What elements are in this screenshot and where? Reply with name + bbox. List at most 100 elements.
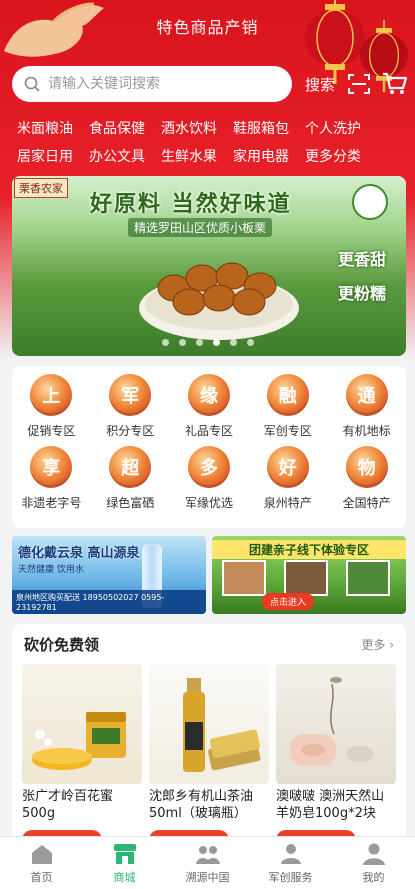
category-item-more[interactable]: 更多分类 (305, 146, 361, 174)
banner-tag: 更香甜 (337, 250, 386, 269)
category-grid: 米面粮油 食品保健 酒水饮料 鞋服箱包 个人洗护 居家日用 办公文具 生鲜水果 … (0, 118, 415, 174)
selenium-icon: 超 (109, 446, 152, 488)
category-item[interactable]: 酒水饮料 (161, 118, 217, 146)
experience-promo-banner[interactable]: 团建亲子线下体验专区 点击进入 (212, 536, 406, 614)
user-icon (362, 843, 385, 865)
tab-label: 军创服务 (268, 870, 313, 884)
promo-icon: 上 (30, 374, 73, 416)
category-item[interactable]: 生鲜水果 (161, 146, 217, 174)
carousel-dot[interactable] (230, 339, 237, 346)
tab-trace[interactable]: 溯源中国 (166, 837, 249, 889)
bargain-section: 砍价免费领 更多 › 张广才岭百花蜜500g 沈郎乡有机山茶油50ml（玻璃瓶）… (12, 624, 406, 846)
bottom-tab-bar: 首页 商城 溯源中国 军创服务 我的 (0, 836, 415, 889)
feature-heritage[interactable]: 享 非遗老字号 (12, 446, 91, 518)
honey-product-image (22, 664, 142, 784)
more-label: 更多 (361, 638, 386, 652)
feature-military[interactable]: 融 军创专区 (248, 374, 327, 446)
feature-points[interactable]: 军 积分专区 (91, 374, 170, 446)
feature-label: 有机地标 (342, 424, 391, 438)
page-title: 特色商品产销 (156, 18, 259, 37)
tab-label: 我的 (362, 870, 385, 884)
search-box[interactable] (12, 66, 292, 102)
product-card[interactable]: 张广才岭百花蜜500g (22, 664, 142, 844)
search-button[interactable]: 搜索 (305, 74, 335, 95)
carousel-dot[interactable] (247, 339, 254, 346)
chestnut-bowl-icon (139, 262, 299, 340)
oil-product-image (149, 664, 269, 784)
product-card[interactable]: 澳啵啵 澳洲天然山羊奶皂100g*2块 (276, 664, 396, 844)
promo-footer: 泉州地区购买配送 18950502027 0595-23192781 (12, 590, 206, 614)
feature-selenium[interactable]: 超 绿色富硒 (91, 446, 170, 518)
heritage-icon: 享 (30, 446, 73, 488)
search-input[interactable] (48, 76, 268, 92)
honey-jar-icon (32, 712, 126, 770)
people-icon (195, 845, 220, 864)
soap-icon (290, 677, 374, 766)
scan-icon[interactable] (348, 74, 370, 94)
feature-icon-grid: 上 促销专区 军 积分专区 缘 礼品专区 融 军创专区 通 有机地标 享 非遗老… (12, 366, 406, 518)
search-icon (24, 76, 40, 92)
category-item[interactable]: 个人洗护 (305, 118, 361, 146)
carousel-dot-active[interactable] (213, 339, 220, 346)
category-item[interactable]: 办公文具 (89, 146, 145, 174)
feature-label: 非遗老字号 (21, 496, 82, 510)
feature-label: 积分专区 (106, 424, 155, 438)
feature-quanzhou[interactable]: 好 泉州特产 (248, 446, 327, 518)
feature-label: 礼品专区 (184, 424, 233, 438)
organic-icon: 通 (345, 374, 388, 416)
carousel-dot[interactable] (179, 339, 186, 346)
selection-icon: 多 (187, 446, 230, 488)
service-icon (280, 843, 301, 864)
tab-label: 首页 (30, 870, 53, 884)
photo-thumbnail (284, 560, 328, 596)
category-item[interactable]: 食品保健 (89, 118, 145, 146)
promo-title: 德化戴云泉 高山源泉 (18, 546, 140, 561)
banner-logo-icon (352, 184, 388, 220)
national-icon: 物 (345, 446, 388, 488)
category-item[interactable]: 鞋服箱包 (233, 118, 289, 146)
feature-selection[interactable]: 多 军缘优选 (170, 446, 249, 518)
banner-headline: 好原料 当然好味道 (90, 192, 292, 217)
carousel-dot[interactable] (196, 339, 203, 346)
quanzhou-icon: 好 (266, 446, 309, 488)
carousel-dot[interactable] (162, 339, 169, 346)
feature-national[interactable]: 物 全国特产 (327, 446, 406, 518)
military-icon: 融 (266, 374, 309, 416)
banner-tag: 更粉糯 (337, 284, 386, 303)
feature-label: 军缘优选 (184, 496, 233, 510)
more-link[interactable]: 更多 › (361, 636, 394, 653)
feature-label: 军创专区 (263, 424, 312, 438)
enter-button[interactable]: 点击进入 (262, 593, 315, 610)
photo-thumbnail (222, 560, 266, 596)
product-name: 张广才岭百花蜜500g (22, 789, 114, 821)
home-icon (31, 844, 52, 864)
feature-label: 促销专区 (27, 424, 76, 438)
feature-label: 全国特产 (342, 496, 391, 510)
tab-home[interactable]: 首页 (0, 837, 83, 889)
tab-shop[interactable]: 商城 (83, 837, 166, 889)
product-name: 沈郎乡有机山茶油50ml（玻璃瓶） (149, 789, 254, 821)
feature-promo[interactable]: 上 促销专区 (12, 374, 91, 446)
category-item[interactable]: 居家日用 (17, 146, 73, 174)
banner-subline: 精选罗田山区优质小板栗 (128, 218, 273, 237)
gift-icon: 缘 (187, 374, 230, 416)
category-item[interactable]: 米面粮油 (17, 118, 73, 146)
tab-service[interactable]: 军创服务 (249, 837, 332, 889)
soap-product-image (276, 664, 396, 784)
product-card[interactable]: 沈郎乡有机山茶油50ml（玻璃瓶） (149, 664, 269, 844)
oil-bottle-icon (183, 678, 261, 772)
tab-profile[interactable]: 我的 (332, 837, 415, 889)
cart-icon[interactable] (382, 72, 408, 96)
water-promo-banner[interactable]: 德化戴云泉 高山源泉 天然健康 饮用水 泉州地区购买配送 18950502027… (12, 536, 206, 614)
feature-gifts[interactable]: 缘 礼品专区 (170, 374, 249, 446)
promo-title: 团建亲子线下体验专区 (212, 540, 406, 559)
shop-icon (113, 843, 136, 864)
points-icon: 军 (109, 374, 152, 416)
promo-banner-carousel[interactable]: 栗香农家 好原料 当然好味道 精选罗田山区优质小板栗 更香甜 更粉糯 (12, 176, 406, 356)
section-title: 砍价免费领 (24, 636, 100, 654)
banner-brand: 栗香农家 (14, 178, 68, 198)
category-row: 米面粮油 食品保健 酒水饮料 鞋服箱包 个人洗护 (0, 118, 415, 146)
feature-label: 绿色富硒 (106, 496, 155, 510)
feature-organic[interactable]: 通 有机地标 (327, 374, 406, 446)
category-item[interactable]: 家用电器 (233, 146, 289, 174)
